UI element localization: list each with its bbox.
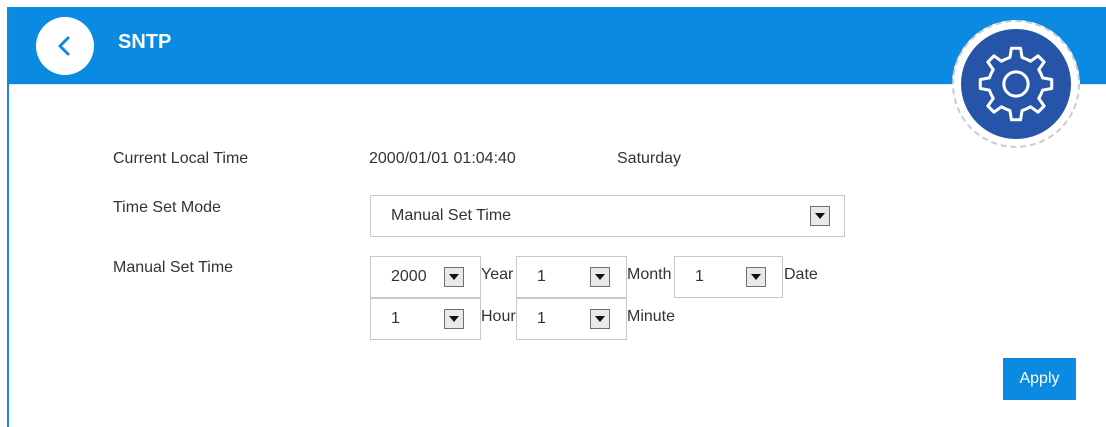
year-unit-label: Year [481, 266, 514, 283]
minute-select[interactable]: 1 [516, 298, 627, 340]
hour-unit-label: Hour [481, 308, 516, 325]
current-weekday-value: Saturday [617, 150, 682, 167]
month-select[interactable]: 1 [516, 256, 627, 298]
manual-set-time-label: Manual Set Time [113, 259, 234, 276]
date-unit-label: Date [784, 266, 818, 283]
dropdown-arrow-icon [444, 267, 464, 287]
hour-select[interactable]: 1 [370, 298, 481, 340]
time-set-mode-select[interactable]: Manual Set Time [370, 195, 845, 237]
current-local-time-label: Current Local Time [113, 150, 249, 167]
header-divider [9, 84, 1106, 85]
date-selected: 1 [695, 268, 704, 285]
date-select[interactable]: 1 [674, 256, 783, 298]
year-selected: 2000 [391, 268, 427, 285]
back-button[interactable] [36, 17, 94, 75]
current-datetime-value: 2000/01/01 01:04:40 [369, 150, 516, 167]
chevron-left-icon [58, 36, 70, 56]
dropdown-arrow-icon [810, 206, 830, 226]
minute-selected: 1 [537, 310, 546, 327]
dropdown-arrow-icon [590, 267, 610, 287]
dropdown-arrow-icon [746, 267, 766, 287]
header-bar [9, 7, 1106, 84]
hour-selected: 1 [391, 310, 400, 327]
minute-unit-label: Minute [627, 308, 676, 325]
month-unit-label: Month [627, 266, 672, 283]
time-set-mode-label: Time Set Mode [113, 199, 221, 216]
apply-button[interactable]: Apply [1003, 358, 1076, 400]
dropdown-arrow-icon [590, 309, 610, 329]
page-title: SNTP [118, 31, 172, 53]
sntp-page: SNTP Current Local Time 2000/01/01 01:04… [0, 0, 1106, 427]
settings-badge [961, 29, 1071, 139]
dropdown-arrow-icon [444, 309, 464, 329]
month-selected: 1 [537, 268, 546, 285]
year-select[interactable]: 2000 [370, 256, 481, 298]
time-set-mode-selected: Manual Set Time [391, 207, 512, 224]
gear-icon [978, 46, 1054, 122]
